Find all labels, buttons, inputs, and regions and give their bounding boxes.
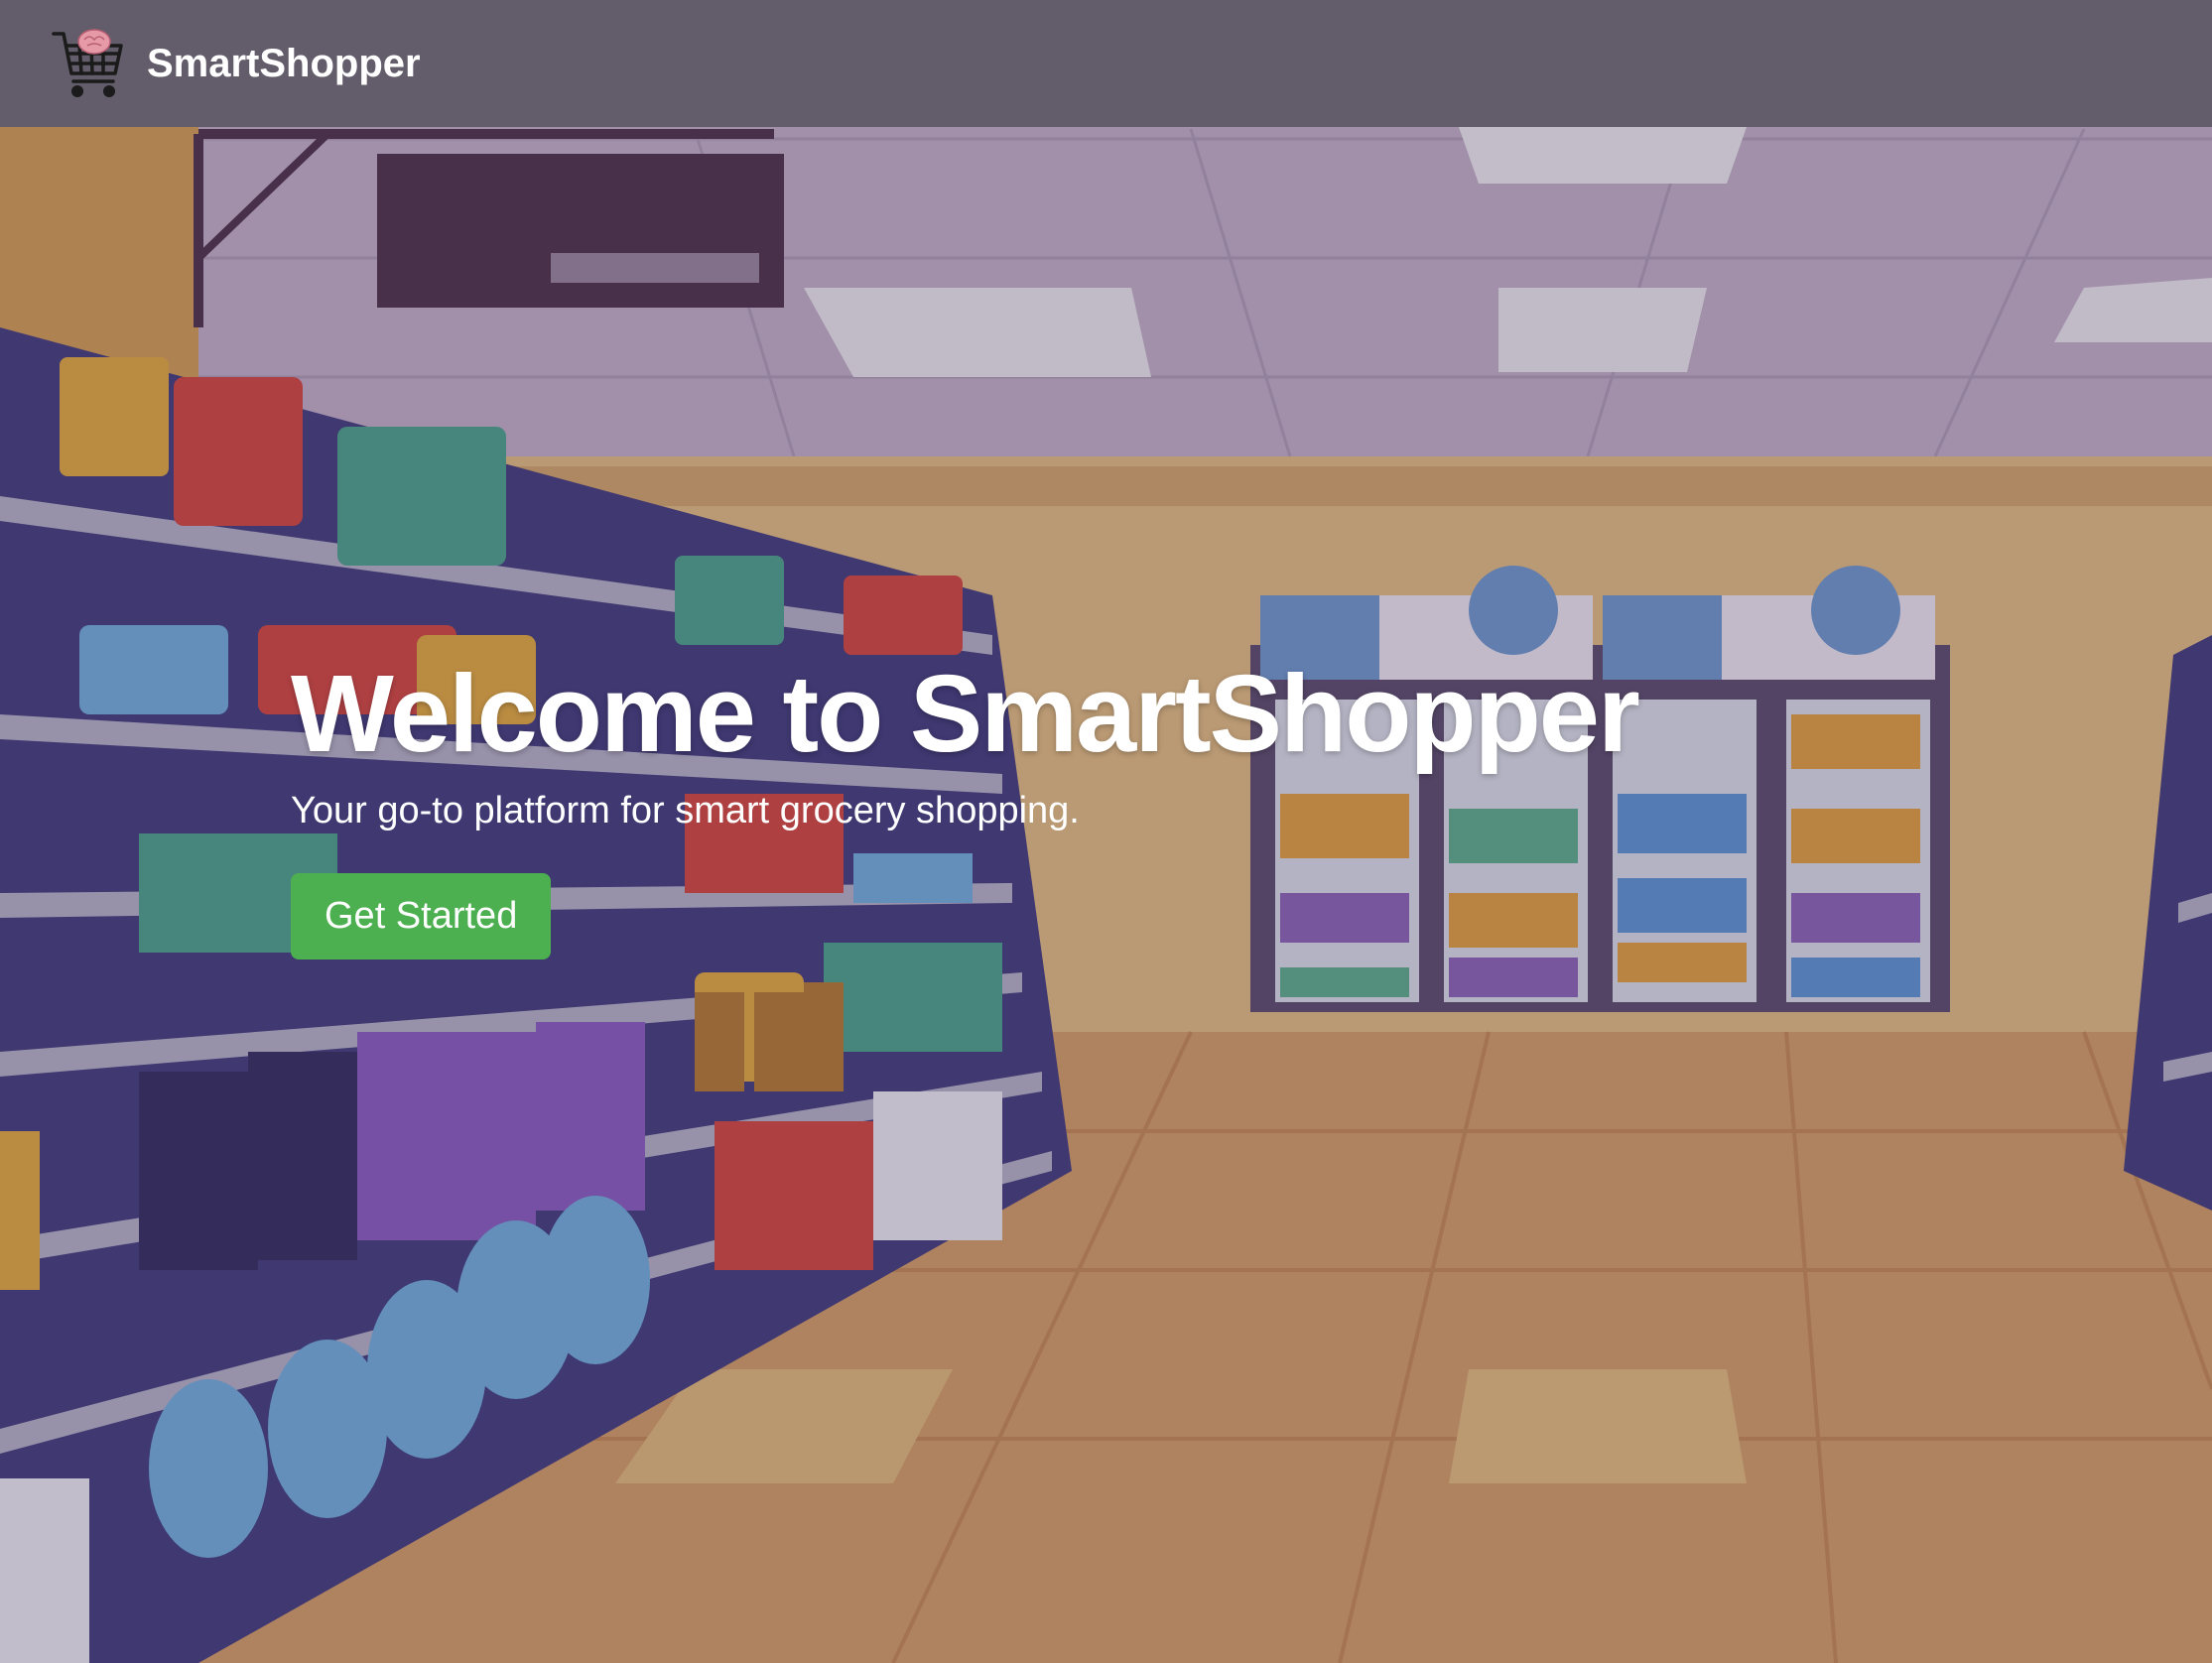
hero-section: Welcome to SmartShopper Your go-to platf…: [291, 653, 1640, 959]
top-navbar: SmartShopper: [0, 0, 2212, 127]
brand-link[interactable]: SmartShopper: [50, 24, 421, 103]
get-started-button[interactable]: Get Started: [291, 873, 552, 959]
brand-name: SmartShopper: [147, 41, 421, 85]
hero-title: Welcome to SmartShopper: [291, 653, 1640, 775]
shopping-cart-brain-icon: [52, 29, 123, 97]
hero-subtitle: Your go-to platform for smart grocery sh…: [291, 790, 1080, 832]
